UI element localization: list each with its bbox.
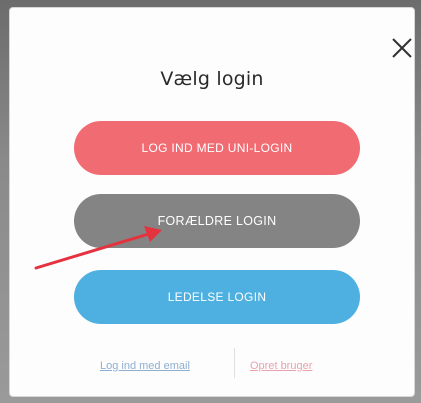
screenshot-frame: Vælg login LOG IND MED UNI-LOGIN FORÆLDR… bbox=[0, 0, 421, 403]
email-login-link[interactable]: Log ind med email bbox=[100, 360, 190, 372]
create-user-link[interactable]: Opret bruger bbox=[250, 360, 312, 372]
login-dialog: Vælg login LOG IND MED UNI-LOGIN FORÆLDR… bbox=[10, 8, 414, 396]
dialog-title: Vælg login bbox=[160, 68, 264, 90]
red-arrow-icon bbox=[34, 226, 162, 270]
close-icon[interactable] bbox=[390, 36, 414, 60]
footer-divider bbox=[234, 348, 235, 378]
uni-login-button[interactable]: LOG IND MED UNI-LOGIN bbox=[74, 121, 360, 175]
